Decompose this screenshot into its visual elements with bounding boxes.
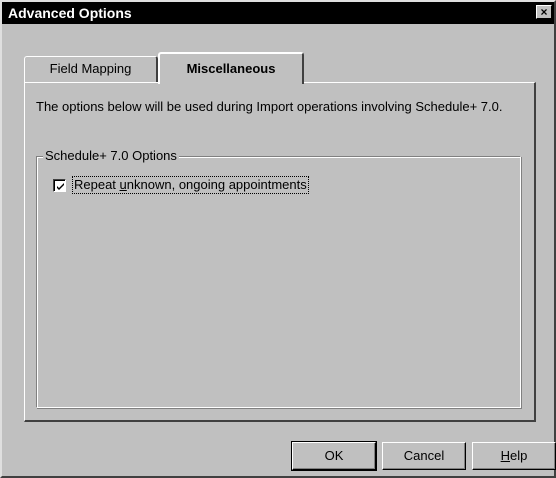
- cancel-label: Cancel: [403, 448, 445, 463]
- dialog-title: Advanced Options: [8, 5, 132, 21]
- tab-field-mapping-label: Field Mapping: [49, 61, 132, 76]
- cancel-button[interactable]: Cancel: [382, 442, 466, 470]
- help-accelerator: H: [500, 448, 511, 463]
- group-label: Schedule+ 7.0 Options: [43, 148, 179, 164]
- close-icon: ×: [540, 5, 548, 19]
- help-button[interactable]: Help: [472, 442, 556, 470]
- tab-miscellaneous-label: Miscellaneous: [186, 61, 276, 76]
- schedule-options-group: Schedule+ 7.0 Options Repeat unknown, on…: [36, 148, 521, 408]
- label-part-1: Repeat: [74, 177, 120, 192]
- import-description: The options below will be used during Im…: [36, 99, 503, 114]
- checkmark-icon: [57, 183, 64, 190]
- advanced-options-dialog: Advanced Options × Field Mapping Miscell…: [0, 0, 556, 478]
- ok-label: OK: [324, 448, 344, 463]
- tab-field-mapping[interactable]: Field Mapping: [24, 56, 158, 82]
- tab-miscellaneous[interactable]: Miscellaneous: [158, 52, 304, 84]
- help-label: elp: [510, 448, 528, 463]
- repeat-appointments-checkbox[interactable]: [53, 179, 66, 192]
- label-part-2: nknown, ongoing appointments: [126, 177, 307, 192]
- miscellaneous-panel: The options below will be used during Im…: [24, 82, 536, 422]
- title-bar: Advanced Options ×: [2, 2, 554, 24]
- label-accelerator: u: [119, 177, 127, 192]
- ok-button[interactable]: OK: [291, 441, 377, 471]
- close-button[interactable]: ×: [536, 5, 552, 19]
- repeat-appointments-label: Repeat unknown, ongoing appointments: [72, 176, 309, 194]
